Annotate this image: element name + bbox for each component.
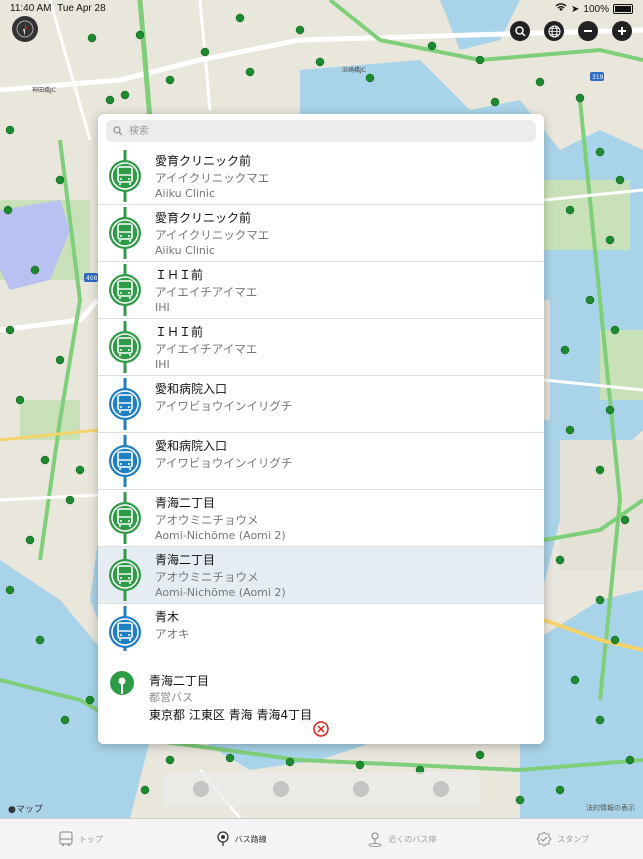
- bus-stop-icon: [109, 264, 141, 316]
- tab-stamps[interactable]: スタンプ: [482, 819, 643, 859]
- pager-dot[interactable]: [353, 781, 369, 797]
- stop-kana: アイワビョウインイリグチ: [155, 456, 293, 470]
- map-label: 浜崎橋JC: [342, 66, 366, 74]
- nearby-stop-icon: [368, 832, 382, 847]
- detail-operator: 都営バス: [149, 691, 193, 704]
- stop-name: 愛育クリニック前: [155, 211, 252, 225]
- minus-icon: [584, 30, 592, 32]
- compass-button[interactable]: [12, 16, 38, 42]
- stop-name: 青木: [155, 610, 180, 624]
- legal-link[interactable]: 法的情報の表示: [586, 803, 635, 813]
- stop-name: 愛和病院入口: [155, 439, 228, 453]
- stop-name: ＩＨＩ前: [155, 325, 204, 339]
- plus-icon: [618, 27, 626, 35]
- list-item[interactable]: 愛育クリニック前 アイイクリニックマエ Aiiku Clinic: [98, 148, 544, 205]
- route-pin-icon: [216, 831, 229, 846]
- stop-name: 愛育クリニック前: [155, 154, 252, 168]
- stop-roman: Aiiku Clinic: [155, 187, 216, 200]
- wifi-icon: [555, 3, 567, 15]
- search-map-button[interactable]: [510, 21, 530, 41]
- stop-kana: アオウミニチョウメ: [155, 513, 259, 527]
- search-input[interactable]: [127, 124, 521, 138]
- location-icon: ➤: [571, 3, 580, 15]
- bus-stop-icon: [109, 378, 141, 430]
- stop-name: 愛和病院入口: [155, 382, 228, 396]
- tab-bar: トップ バス路線 近くのバス停 スタンプ: [0, 818, 643, 859]
- stop-roman: Aiiku Clinic: [155, 244, 216, 257]
- stamp-icon: [536, 831, 553, 847]
- route-shield: 319: [592, 74, 604, 81]
- stop-name: ＩＨＩ前: [155, 268, 204, 282]
- tab-label: バス路線: [234, 834, 267, 844]
- stop-roman: Aomi-Nichōme (Aomi 2): [155, 586, 286, 599]
- list-item[interactable]: 愛和病院入口 アイワビョウインイリグチ: [98, 376, 544, 433]
- stop-detail: 青海二丁目 都営バス 東京都 江東区 青海 青海4丁目: [98, 651, 544, 744]
- list-item[interactable]: 愛育クリニック前 アイイクリニックマエ Aiiku Clinic: [98, 205, 544, 262]
- stop-kana: アイエイチアイマエ: [155, 342, 258, 356]
- stop-kana: アイイクリニックマエ: [155, 228, 270, 242]
- stop-roman: IHI: [155, 358, 170, 371]
- status-right: ➤ 100%: [555, 3, 633, 15]
- search-bar[interactable]: [106, 120, 536, 142]
- list-item[interactable]: 青海二丁目 アオウミニチョウメ Aomi-Nichōme (Aomi 2): [98, 547, 544, 604]
- detail-address: 東京都 江東区 青海 青海4丁目: [149, 708, 313, 722]
- bus-icon: [59, 831, 73, 847]
- apple-maps-logo: ●マップ: [8, 805, 43, 815]
- stop-kana: アオウミニチョウメ: [155, 570, 259, 584]
- stop-name: 青海二丁目: [155, 553, 216, 567]
- compass-icon: [16, 20, 34, 38]
- battery-percent: 100%: [583, 3, 609, 15]
- close-icon[interactable]: [313, 721, 329, 737]
- bus-stop-icon: [109, 321, 141, 373]
- stop-kana: アイエイチアイマエ: [155, 285, 258, 299]
- list-item[interactable]: ＩＨＩ前 アイエイチアイマエ IHI: [98, 319, 544, 376]
- bus-stop-icon: [109, 435, 141, 487]
- search-icon: [514, 25, 526, 37]
- pager-dot[interactable]: [273, 781, 289, 797]
- stop-kana: アオキ: [155, 627, 190, 641]
- pager-dot[interactable]: [193, 781, 209, 797]
- list-item[interactable]: 愛和病院入口 アイワビョウインイリグチ: [98, 433, 544, 490]
- tab-top[interactable]: トップ: [0, 819, 161, 859]
- search-icon: [113, 126, 123, 136]
- stop-roman: IHI: [155, 301, 170, 314]
- bus-stop-icon: [109, 492, 141, 544]
- tab-label: 近くのバス停: [388, 834, 437, 844]
- stop-list[interactable]: 愛育クリニック前 アイイクリニックマエ Aiiku Clinic 愛育クリニック…: [98, 148, 544, 661]
- zoom-in-button[interactable]: [612, 21, 632, 41]
- stop-name: 青海二丁目: [155, 496, 216, 510]
- tab-nearby-stops[interactable]: 近くのバス停: [322, 819, 483, 859]
- status-bar: 11:40 AM Tue Apr 28 ➤ 100%: [0, 0, 643, 16]
- bus-stop-icon: [109, 549, 141, 601]
- battery-icon: [613, 4, 633, 14]
- detail-stop-name: 青海二丁目: [149, 674, 210, 688]
- list-item[interactable]: ＩＨＩ前 アイエイチアイマエ IHI: [98, 262, 544, 319]
- zoom-out-button[interactable]: [578, 21, 598, 41]
- status-time: 11:40 AM Tue Apr 28: [10, 3, 106, 14]
- globe-button[interactable]: [544, 21, 564, 41]
- tab-label: トップ: [78, 834, 103, 844]
- tab-label: スタンプ: [557, 834, 589, 844]
- list-item[interactable]: 青海二丁目 アオウミニチョウメ Aomi-Nichōme (Aomi 2): [98, 490, 544, 547]
- bus-stop-icon: [109, 207, 141, 259]
- stop-search-panel: 愛育クリニック前 アイイクリニックマエ Aiiku Clinic 愛育クリニック…: [98, 114, 544, 744]
- route-shield: 408: [86, 275, 98, 282]
- stop-roman: Aomi-Nichōme (Aomi 2): [155, 529, 286, 542]
- map-pager-overlay: [163, 772, 481, 806]
- stop-kana: アイイクリニックマエ: [155, 171, 270, 185]
- bus-stop-icon: [109, 150, 141, 202]
- stop-kana: アイワビョウインイリグチ: [155, 399, 293, 413]
- map-label: 神田橋JC: [32, 86, 56, 94]
- pager-dot[interactable]: [433, 781, 449, 797]
- globe-icon: [548, 25, 560, 37]
- tab-bus-routes[interactable]: バス路線: [161, 819, 322, 859]
- map-pin-icon: [110, 671, 134, 695]
